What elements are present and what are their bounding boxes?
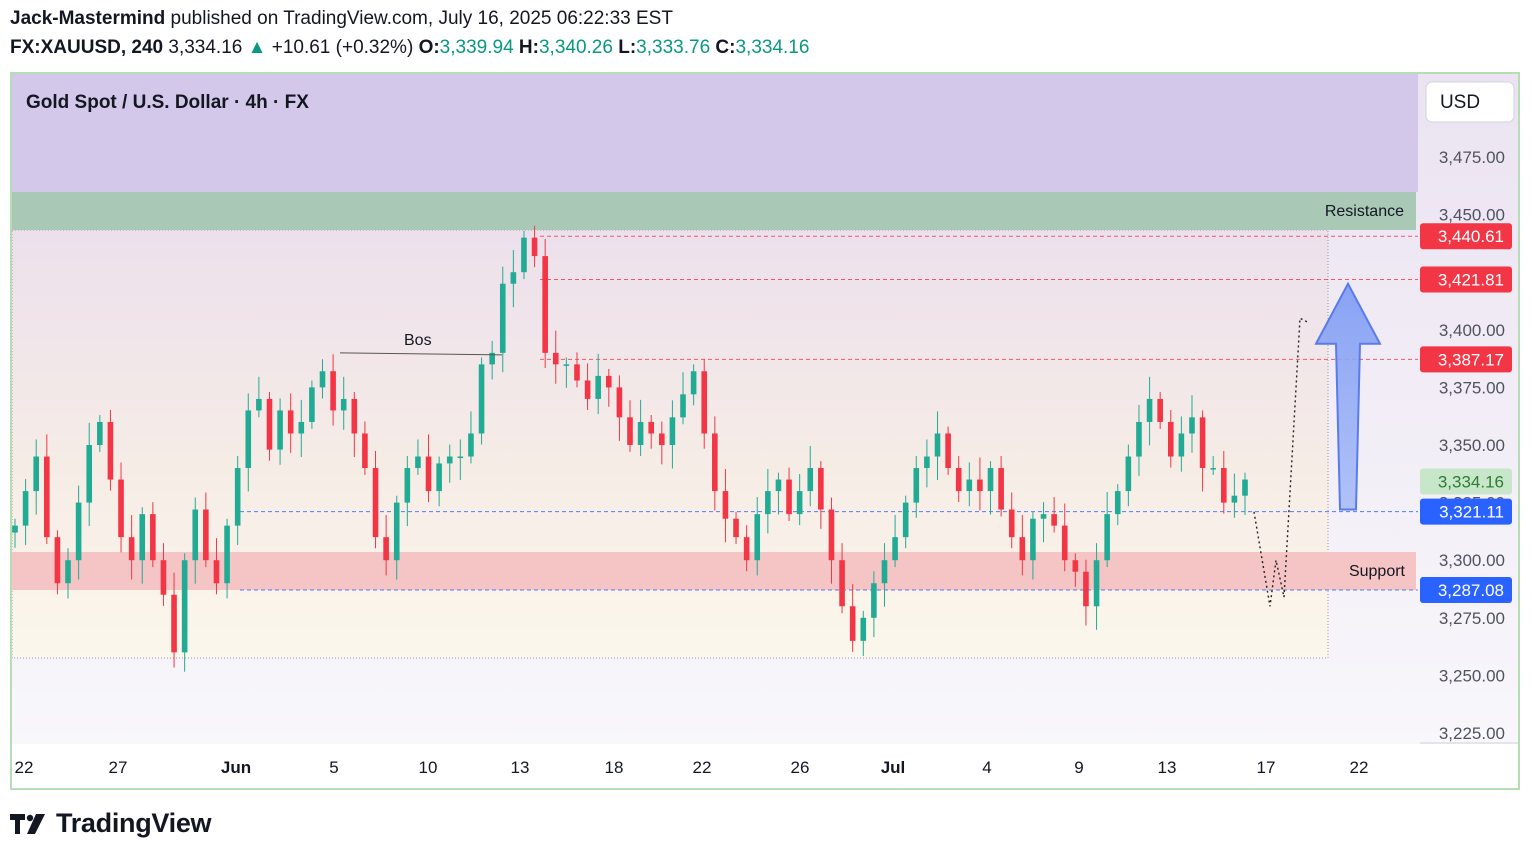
tradingview-brand: TradingView xyxy=(56,808,212,838)
tradingview-logo-icon xyxy=(10,813,45,834)
chart-frame xyxy=(10,72,1520,790)
tradingview-logo[interactable]: TradingView xyxy=(10,808,212,839)
